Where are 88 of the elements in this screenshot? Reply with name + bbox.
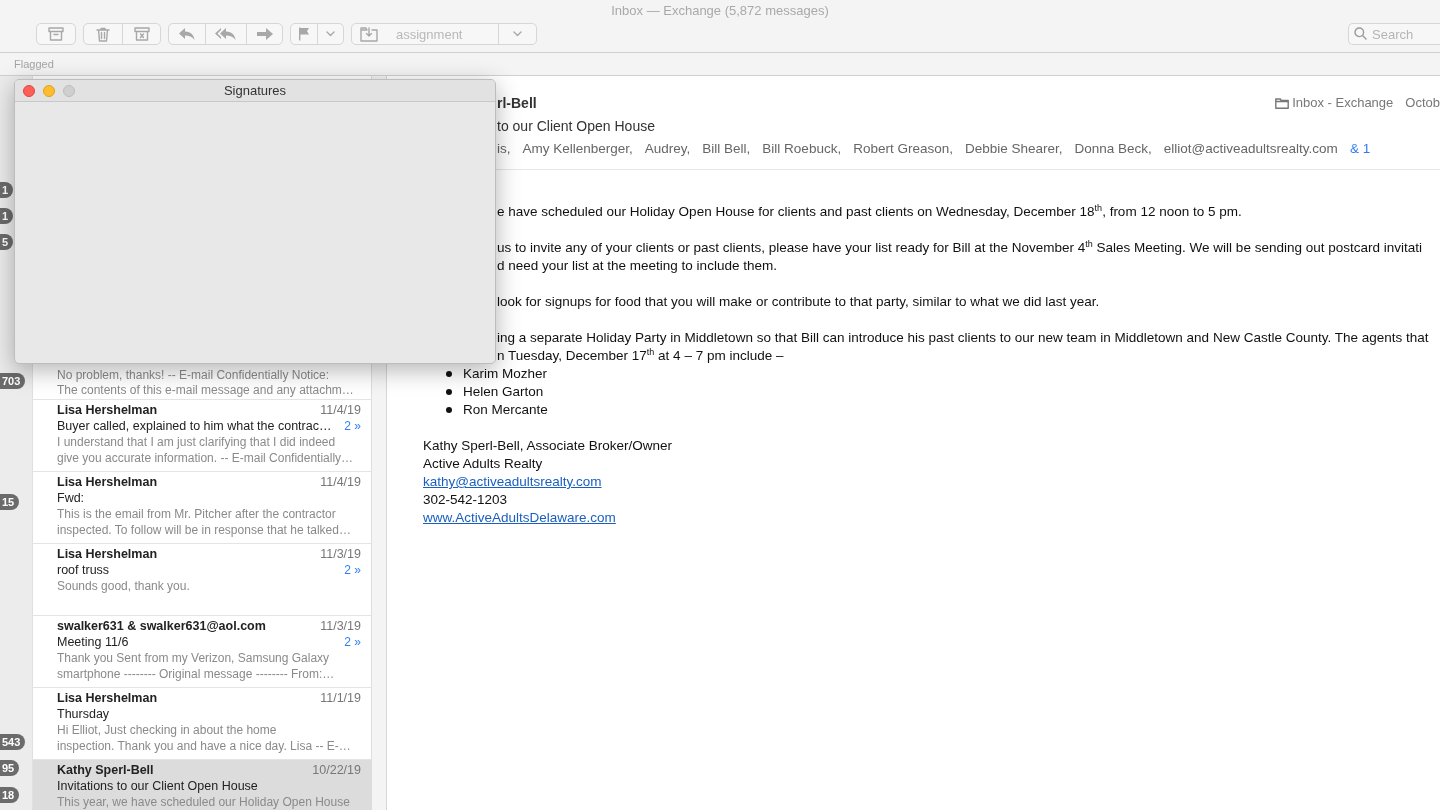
thread-count[interactable]: 2 »: [338, 562, 361, 578]
message-preview: No problem, thanks! -- E-mail Confidentially Notice: The contents of this e-mail message and any attachm…: [57, 368, 355, 398]
more-recipients-link[interactable]: & 1: [1349, 140, 1371, 158]
sender-name: swalker631 & swalker631@aol.com: [57, 618, 266, 634]
list-item: Helen Garton: [463, 383, 544, 401]
list-item: Ron Mercante: [463, 401, 548, 419]
message-date: Octob: [1405, 94, 1440, 112]
signature-link[interactable]: www.ActiveAdultsDelaware.com: [423, 510, 616, 525]
double-arrow-icon: [214, 27, 238, 41]
recipient-name[interactable]: Donna Beck,: [1074, 140, 1152, 158]
message-subject: Buyer called, explained to him what the contrac…: [57, 418, 332, 434]
message-subject: roof truss: [57, 562, 110, 578]
bullet-icon: [446, 389, 452, 395]
chevron-icon: [326, 31, 335, 37]
recipient-name[interactable]: Audrey,: [644, 140, 691, 158]
message-preview: Thank you Sent from my Verizon, Samsung Galaxy smartphone -------- Original message -------- From:…: [57, 650, 336, 682]
message-subject: Meeting 11/6: [57, 634, 129, 650]
unread-count-badge: 5: [0, 234, 14, 250]
message-date: 11/4/19: [320, 402, 361, 418]
unread-count-badge: 543: [0, 734, 26, 750]
message-date: 11/3/19: [320, 546, 361, 562]
unread-count-badge: 1: [0, 182, 14, 198]
zoom-button[interactable]: [63, 84, 75, 97]
folder-icon: [1275, 97, 1290, 109]
window-title: Inbox — Exchange (5,872 messages): [610, 2, 830, 20]
signature-link[interactable]: kathy@activeadultsrealty.com: [423, 474, 602, 489]
body-paragraph: e have scheduled our Holiday Open House for clients and past clients on Wednesday, December 18$^{th}$, from 12 noon to 5 pm.: [497, 203, 1243, 221]
message-date: 11/3/19: [320, 618, 361, 634]
recipient-name[interactable]: Debbie Shearer,: [964, 140, 1063, 158]
unread-count-badge: 95: [0, 760, 20, 776]
recipient-name[interactable]: Bill Bell,: [702, 140, 751, 158]
flag-icon: [298, 27, 310, 41]
recipient-name[interactable]: Amy Kellenberger,: [522, 140, 633, 158]
message-subject: to our Client Open House: [497, 117, 656, 135]
recipient-name[interactable]: Robert Greason,: [853, 140, 953, 158]
search-icon: [1354, 27, 1367, 40]
message-list-item[interactable]: No problem, thanks! -- E-mail Confidentially Notice: The contents of this e-mail message and any attachm…: [33, 366, 371, 400]
message-list-item[interactable]: Kathy Sperl-Bell 10/22/19 Invitations to our Client Open House This year, we have scheduled our Holiday Open House: [33, 760, 371, 810]
message-list-item[interactable]: Lisa Hershelman 11/4/19 Fwd: This is the email from Mr. Pitcher after the contractor inspected. To follow will be in response that he talked…: [33, 472, 371, 544]
unread-count-badge: 18: [0, 787, 20, 803]
body-paragraph: look for signups for food that you will make or contribute to that party, similar to what we did last year.: [497, 293, 1101, 311]
unread-count-badge: 15: [0, 494, 20, 510]
message-date: 11/1/19: [320, 690, 361, 706]
thread-count[interactable]: 2 »: [338, 418, 361, 434]
minimize-button[interactable]: [43, 84, 55, 97]
chevron-icon: [513, 31, 522, 37]
recipient-name[interactable]: is,: [497, 140, 511, 158]
sender-name: rl-Bell: [497, 94, 537, 112]
list-item: Karim Mozher: [463, 365, 548, 383]
box-x-icon: [133, 27, 150, 41]
sender-name: Kathy Sperl-Bell: [57, 762, 154, 778]
folder-arrow-icon: [360, 26, 378, 42]
reply-arrow-icon: [178, 27, 196, 41]
message-preview: I understand that I am just clarifying that I did indeed give you accurate information. -- E-mail Confidentially…: [57, 434, 355, 466]
message-preview: This year, we have scheduled our Holiday Open House: [57, 794, 351, 810]
body-paragraph: ing a separate Holiday Party in Middletown so that Bill can introduce his past clients to our new team in Middletown and New Castle County. The agents that n Tuesday, December 17$^{th}$ at 4 – 7 pm include –: [497, 329, 1430, 365]
sender-name: Lisa Hershelman: [57, 474, 158, 490]
window-title: Signatures: [223, 83, 287, 98]
signature-line: 302-542-1203: [423, 492, 508, 507]
right-arrow-icon: [255, 27, 274, 41]
message-subject: Thursday: [57, 706, 110, 722]
sender-name: Lisa Hershelman: [57, 690, 158, 706]
message-list-item[interactable]: Lisa Hershelman 11/3/19 roof truss 2 » Sounds good, thank you.: [33, 544, 371, 616]
recipient-name[interactable]: elliot@activeadultsrealty.com: [1163, 140, 1338, 158]
close-button[interactable]: [23, 84, 35, 97]
bullet-icon: [446, 371, 452, 377]
archive-box-icon: [48, 27, 64, 41]
message-list-item[interactable]: Lisa Hershelman 11/4/19 Buyer called, explained to him what the contrac… 2 » I understand that I am just clarifying that I did indeed give you accurate information. -- E-mail Confidentially…: [33, 400, 371, 472]
message-preview: Hi Elliot, Just checking in about the home inspection. Thank you and have a nice day. Lisa -- E-…: [57, 722, 352, 754]
sender-name: Lisa Hershelman: [57, 546, 158, 562]
message-date: 11/4/19: [320, 474, 361, 490]
signature-line: Active Adults Realty: [423, 456, 543, 471]
message-date: 10/22/19: [312, 762, 361, 778]
message-subject: Fwd:: [57, 490, 85, 506]
recipient-name[interactable]: Bill Roebuck,: [762, 140, 842, 158]
message-preview: Sounds good, thank you.: [57, 578, 191, 594]
message-list-item[interactable]: swalker631 & swalker631@aol.com 11/3/19 Meeting 11/6 2 » Thank you Sent from my Verizon, Samsung Galaxy smartphone -------- Original message -------- From:…: [33, 616, 371, 688]
body-paragraph: us to invite any of your clients or past clients, please have your list ready for Bill at the November 4$^{th}$ Sales Meeting. We will be sending out postcard invitati d need your list at the meeting to include them.: [497, 239, 1423, 275]
trash-icon: [96, 26, 110, 42]
message-preview: This is the email from Mr. Pitcher after the contractor inspected. To follow will be in response that he talked…: [57, 506, 352, 538]
thread-count[interactable]: 2 »: [338, 634, 361, 650]
mailbox-label: Inbox - Exchange: [1292, 94, 1394, 112]
message-subject: Invitations to our Client Open House: [57, 778, 258, 794]
unread-count-badge: 1: [0, 208, 14, 224]
sender-name: Lisa Hershelman: [57, 402, 158, 418]
signature-line: Kathy Sperl-Bell, Associate Broker/Owner: [423, 438, 673, 453]
bullet-icon: [446, 407, 452, 413]
unread-count-badge: 703: [0, 373, 26, 389]
